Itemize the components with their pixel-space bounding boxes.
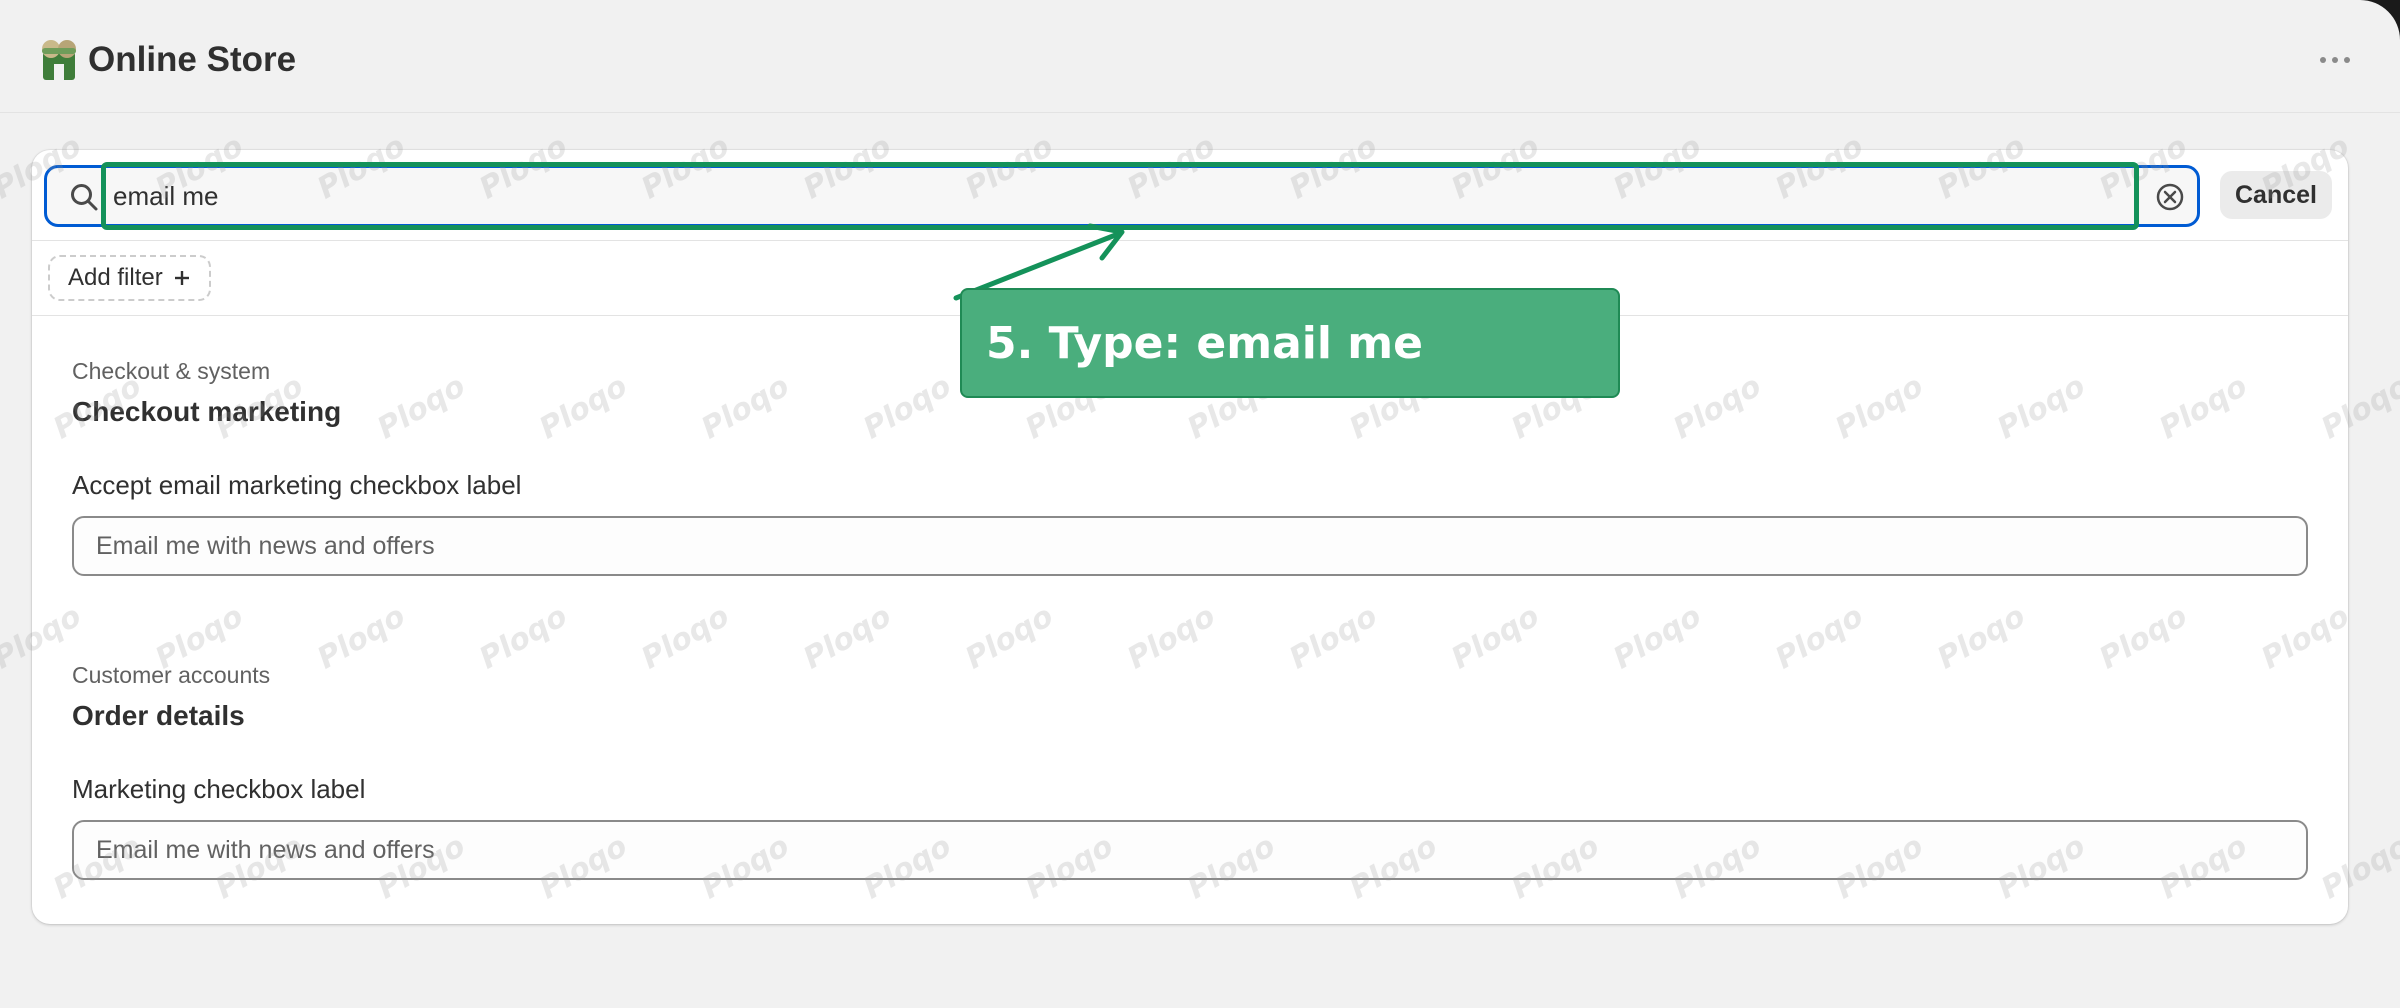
checkbox-label-field[interactable]: Email me with news and offers — [72, 820, 2308, 880]
result-category: Customer accounts — [72, 662, 271, 688]
window-corner — [2360, 0, 2400, 40]
search-icon — [71, 184, 98, 211]
cancel-button[interactable]: Cancel — [2220, 171, 2332, 219]
divider — [32, 240, 2348, 241]
result-title: Checkout marketing — [72, 396, 342, 427]
checkbox-label-field[interactable]: Email me with news and offers — [72, 516, 2308, 576]
result-category: Checkout & system — [72, 358, 271, 384]
annotation-callout: 5. Type: email me — [960, 288, 1620, 398]
plus-icon — [174, 271, 189, 285]
add-filter-label: Add filter — [68, 264, 163, 291]
result-title: Order details — [72, 700, 245, 731]
ellipsis-icon — [2320, 57, 2326, 63]
search-results-card: Cancel Add filter Checkout & system Chec… — [32, 150, 2348, 924]
field-label: Accept email marketing checkbox label — [72, 470, 522, 500]
add-filter-button[interactable]: Add filter — [48, 255, 211, 301]
top-bar: Online Store — [0, 0, 2400, 113]
store-icon — [42, 40, 76, 80]
clear-circle-icon[interactable] — [2155, 182, 2185, 212]
more-actions-button[interactable] — [2310, 42, 2360, 78]
field-label: Marketing checkbox label — [72, 774, 366, 804]
page-title: Online Store — [88, 40, 297, 79]
